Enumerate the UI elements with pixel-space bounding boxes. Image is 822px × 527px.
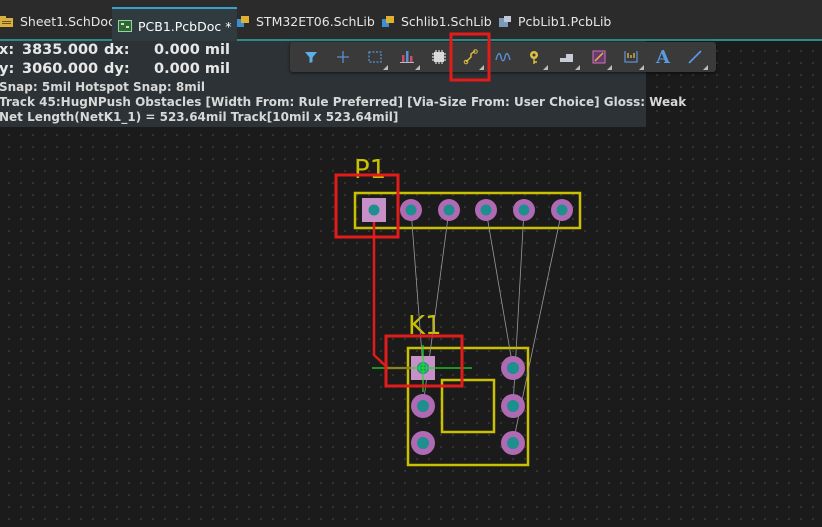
p1-pad[interactable] (551, 199, 573, 221)
k1-inner-outline (440, 378, 496, 434)
p1-footprint-outline[interactable] (353, 191, 582, 230)
k1-pad[interactable] (501, 394, 525, 418)
k1-pad[interactable] (501, 356, 525, 380)
p1-pad[interactable] (475, 199, 497, 221)
p1-designator[interactable]: P1 (354, 155, 386, 185)
k1-pad[interactable] (501, 431, 525, 455)
p1-pads (362, 198, 573, 222)
p1-pad[interactable] (400, 199, 422, 221)
pcb-drawing: P1 K1 (334, 155, 582, 467)
k1-pads (411, 356, 525, 455)
p1-pad[interactable] (513, 199, 535, 221)
p1-pad[interactable] (438, 199, 460, 221)
k1-pad[interactable] (411, 394, 435, 418)
k1-pad[interactable] (411, 431, 435, 455)
